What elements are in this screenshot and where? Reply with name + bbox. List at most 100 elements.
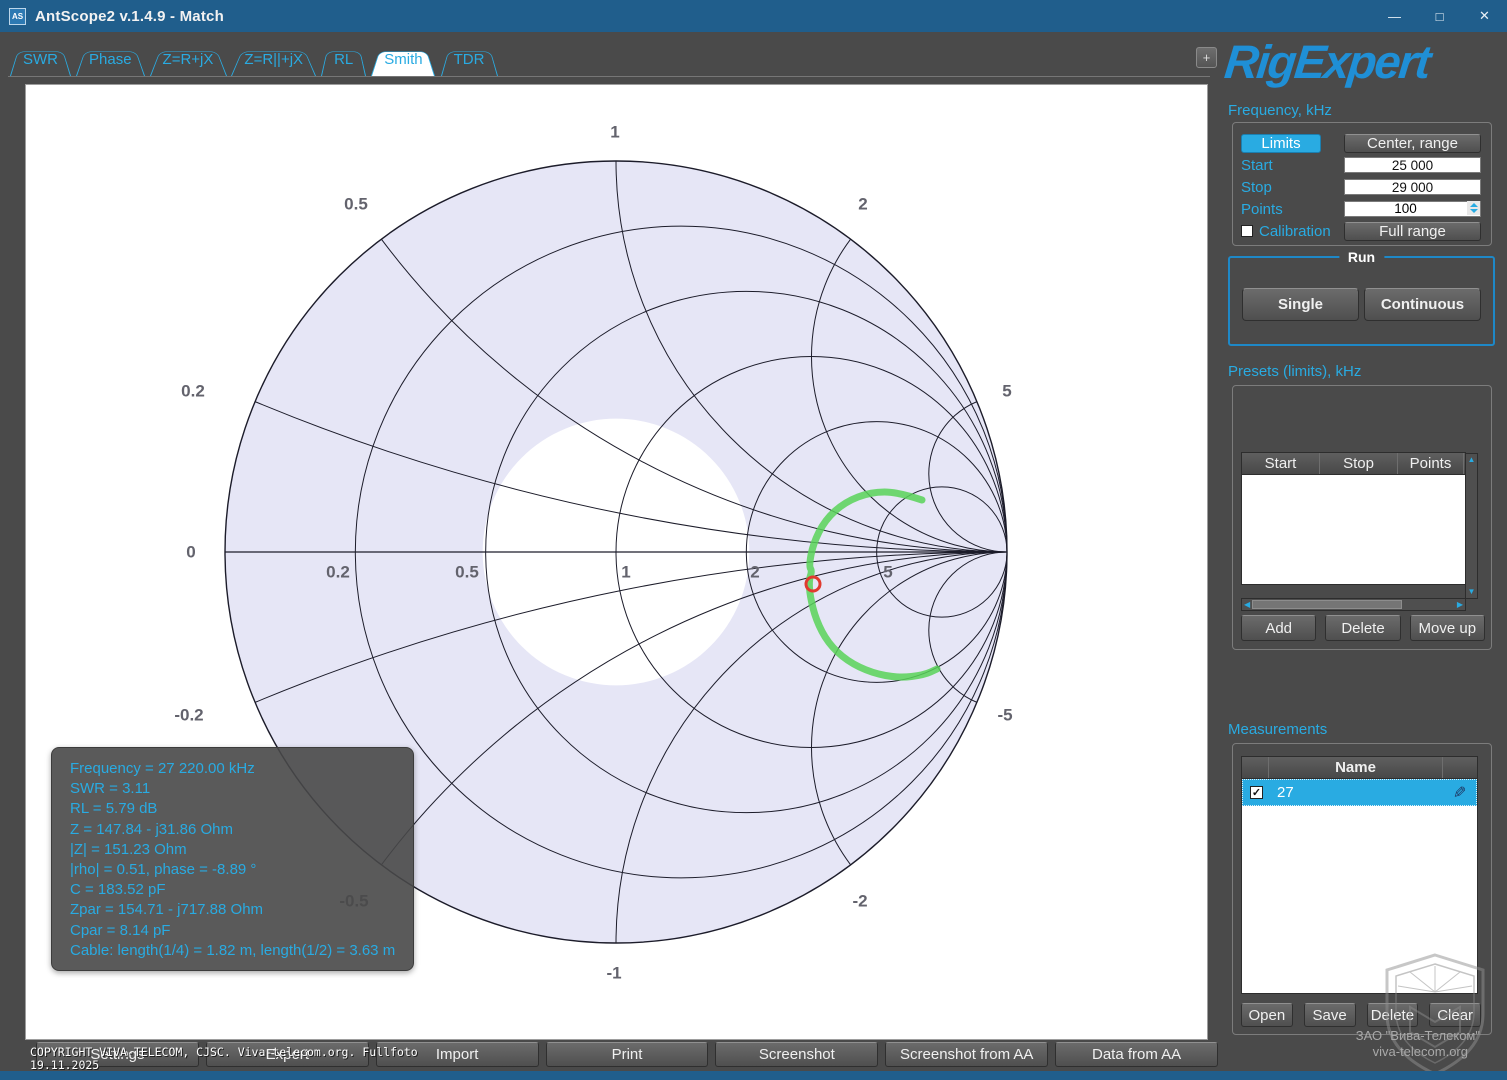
- screenshot-from-aa-button[interactable]: Screenshot from AA: [885, 1042, 1048, 1067]
- center-range-button[interactable]: Center, range: [1344, 134, 1481, 153]
- tab-label: RL: [334, 51, 353, 68]
- axis-tick-label: 5: [883, 563, 892, 582]
- edit-column-header: [1443, 757, 1477, 778]
- tab-phase[interactable]: Phase: [76, 43, 145, 76]
- calibration-checkbox[interactable]: [1241, 225, 1253, 237]
- tooltip-line: SWR = 3.11: [70, 779, 413, 799]
- axis-tick-label: 2: [750, 563, 759, 582]
- tab-underline: [8, 76, 1210, 77]
- run-label: Run: [1339, 249, 1384, 265]
- scroll-left-icon[interactable]: ◀: [1244, 601, 1250, 609]
- preset-add-button[interactable]: Add: [1241, 615, 1316, 641]
- measurement-row[interactable]: ✓ 27✎: [1242, 779, 1477, 806]
- axis-tick-label: -0.2: [174, 706, 203, 725]
- bottom-toolbar: Settings Export Import PrintScreenshot Scree…: [36, 1042, 1218, 1067]
- axis-tick-label: -5: [997, 706, 1012, 725]
- watermark-company-text: ЗАО "Вива-Телеком": [1225, 1028, 1480, 1043]
- window-bottom-border: [0, 1071, 1507, 1080]
- points-spinner[interactable]: [1467, 201, 1480, 215]
- tab-tdr[interactable]: TDR: [441, 43, 498, 76]
- tab-z-r-jx[interactable]: Z=R||+jX: [231, 43, 316, 76]
- app-window: AS AntScope2 v.1.4.9 - Match — □ ✕ SWRPh…: [0, 0, 1507, 1080]
- scroll-right-icon[interactable]: ▶: [1457, 601, 1463, 609]
- presets-column-points: Points: [1398, 453, 1464, 474]
- measurement-open-button[interactable]: Open: [1241, 1003, 1293, 1027]
- measurements-rows: ✓ 27✎: [1242, 779, 1477, 806]
- window-title: AntScope2 v.1.4.9 - Match: [35, 8, 224, 25]
- checkbox-column-header: [1242, 757, 1269, 778]
- spinner-down-icon[interactable]: [1470, 209, 1478, 213]
- tab-label: Z=R+jX: [163, 51, 214, 68]
- cursor-readout-tooltip: Frequency = 27 220.00 kHzSWR = 3.11RL = …: [51, 747, 414, 971]
- tooltip-line: RL = 5.79 dB: [70, 799, 413, 819]
- tooltip-line: |rho| = 0.51, phase = -8.89 °: [70, 860, 413, 880]
- tab-smith[interactable]: Smith: [371, 43, 435, 76]
- tab-label: Phase: [89, 51, 132, 68]
- tab-bar: SWR Phase Z=R+jX Z=R||+jX RL Smith TDR: [10, 43, 502, 76]
- measurement-checkbox[interactable]: ✓: [1250, 786, 1263, 799]
- scroll-up-icon[interactable]: ▲: [1468, 456, 1476, 464]
- stop-input[interactable]: [1344, 179, 1481, 195]
- tab-rl[interactable]: RL: [321, 43, 366, 76]
- presets-column-start: Start: [1242, 453, 1320, 474]
- sidebar: RigExpert Frequency, kHz Limits Center, …: [1225, 0, 1495, 1080]
- single-button[interactable]: Single: [1242, 288, 1359, 321]
- presets-table[interactable]: StartStopPoints ▲ ▼: [1241, 452, 1466, 585]
- axis-tick-label: 1: [610, 123, 619, 142]
- scrollbar-thumb[interactable]: [1252, 600, 1402, 609]
- watermark-site-text: viva-telecom.org: [1225, 1044, 1468, 1059]
- continuous-button[interactable]: Continuous: [1364, 288, 1481, 321]
- spinner-up-icon[interactable]: [1470, 203, 1478, 207]
- export-button[interactable]: Export: [206, 1042, 369, 1067]
- tab-label: Z=R||+jX: [244, 51, 303, 68]
- edit-pencil-icon[interactable]: ✎: [1453, 783, 1466, 803]
- presets-column-stop: Stop: [1320, 453, 1398, 474]
- add-tab-button[interactable]: +: [1196, 47, 1217, 68]
- calibration-label: Calibration: [1259, 223, 1344, 240]
- full-range-button[interactable]: Full range: [1344, 222, 1481, 241]
- presets-groupbox: StartStopPoints ▲ ▼ ◀ ▶ Add Delete Move …: [1232, 385, 1492, 650]
- tooltip-line: Cable: length(1/4) = 1.82 m, length(1/2)…: [70, 941, 413, 961]
- scroll-down-icon[interactable]: ▼: [1468, 588, 1476, 596]
- axis-tick-label: 5: [1002, 382, 1011, 401]
- limits-button[interactable]: Limits: [1241, 134, 1321, 153]
- axis-tick-label: 0: [186, 543, 195, 562]
- axis-tick-label: 0.2: [326, 563, 350, 582]
- axis-tick-label: 1: [621, 563, 630, 582]
- tooltip-line: Frequency = 27 220.00 kHz: [70, 759, 413, 779]
- measurements-section-label: Measurements: [1228, 721, 1327, 738]
- settings-button[interactable]: Settings: [36, 1042, 199, 1067]
- tab-label: SWR: [23, 51, 58, 68]
- data-from-aa-button[interactable]: Data from AA: [1055, 1042, 1218, 1067]
- presets-table-header: StartStopPoints: [1242, 453, 1465, 475]
- smith-chart-panel[interactable]: 10.50.20-0.2-0.5-125-5-20.20.5125 Freque…: [25, 84, 1208, 1040]
- screenshot-button[interactable]: Screenshot: [715, 1042, 878, 1067]
- axis-tick-label: 2: [858, 195, 867, 214]
- presets-horizontal-scrollbar[interactable]: ◀ ▶: [1241, 598, 1466, 611]
- axis-tick-label: 0.5: [344, 195, 368, 214]
- tab-z-r-jx[interactable]: Z=R+jX: [150, 43, 227, 76]
- presets-section-label: Presets (limits), kHz: [1228, 363, 1361, 380]
- print-button[interactable]: Print: [546, 1042, 709, 1067]
- presets-vertical-scrollbar[interactable]: ▲ ▼: [1465, 453, 1478, 599]
- import-button[interactable]: Import: [376, 1042, 539, 1067]
- tooltip-line: Z = 147.84 - j31.86 Ohm: [70, 820, 413, 840]
- start-label: Start: [1241, 157, 1344, 174]
- points-input[interactable]: [1344, 201, 1481, 217]
- preset-move-up-button[interactable]: Move up: [1410, 615, 1485, 641]
- tab-swr[interactable]: SWR: [10, 43, 71, 76]
- tooltip-line: C = 183.52 pF: [70, 880, 413, 900]
- run-groupbox: Run Single Continuous: [1228, 256, 1495, 346]
- measurement-name: 27: [1277, 784, 1453, 801]
- measurement-save-button[interactable]: Save: [1304, 1003, 1356, 1027]
- start-input[interactable]: [1344, 157, 1481, 173]
- frequency-groupbox: Limits Center, range Start Stop Points: [1232, 122, 1492, 246]
- preset-delete-button[interactable]: Delete: [1325, 615, 1400, 641]
- tab-label: TDR: [454, 51, 485, 68]
- axis-tick-label: -2: [852, 892, 867, 911]
- rigexpert-logo: RigExpert: [1222, 34, 1498, 89]
- axis-tick-label: 0.5: [455, 563, 479, 582]
- stop-label: Stop: [1241, 179, 1344, 196]
- app-icon: AS: [9, 8, 26, 25]
- axis-tick-label: 0.2: [181, 382, 205, 401]
